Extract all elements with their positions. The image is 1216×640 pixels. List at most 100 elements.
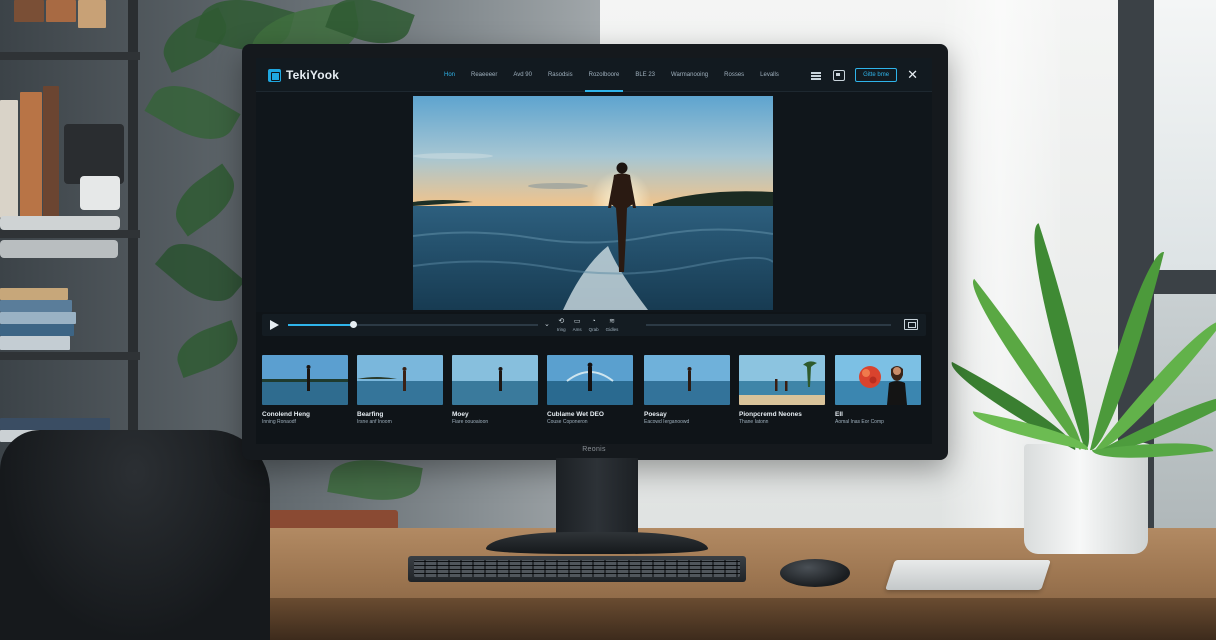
thumbnail-card[interactable]: Moey Fiare oouoaioon [452,355,538,426]
desk-edge [240,598,1216,640]
top-actions: Gitte bme ✕ [809,67,918,83]
plant-pot [248,510,398,530]
nav-item[interactable]: Rozolboore [581,58,628,92]
thumbnail-image [357,355,443,405]
shelf-board [0,52,140,60]
volume-track[interactable] [646,324,891,326]
thumbnail-subtitle: Inning Ronaodf [262,419,296,425]
rewind-icon: ⟲ [558,317,565,325]
nav-item[interactable]: Warmanooing [663,58,716,92]
list-icon[interactable] [809,68,823,82]
nav-item[interactable]: Avd 90 [505,58,540,92]
book-stack [0,216,120,230]
player-option-label: Gidles [605,326,619,332]
thumbnail-card[interactable]: Cublame Wet DEO Couse Coponeron [547,355,633,426]
close-icon[interactable]: ✕ [907,68,918,82]
book [0,336,70,350]
book [0,300,72,312]
book [0,100,18,218]
seek-handle[interactable] [350,321,357,328]
cc-icon: ▭ [573,317,581,325]
video-stage [256,92,932,312]
plant-leaf [154,229,246,316]
thumbnail-image [547,355,633,405]
thumbnail-card[interactable]: EII Aomal Inas Eor Comp [835,355,921,426]
book-stack [0,240,118,258]
thumbnail-title: Cublame Wet DEO [547,411,604,418]
thumbnail-subtitle: Eacowd Ierganoowd [644,419,690,425]
nav-item[interactable]: Levalls [752,58,787,92]
plant-leaf [144,71,241,154]
top-bar: TekiYook Hon Reaeeeer Avd 90 Rasodsis Ro… [256,58,932,92]
thumbnail-title: Bearfing [357,411,384,418]
mouse [780,559,850,587]
fullscreen-icon[interactable] [904,319,918,330]
player-option-label: Ams [572,326,582,332]
book [43,86,59,218]
monitor-stand-base [486,532,708,554]
thumbnail-subtitle: Aomal Inas Eor Comp [835,419,884,425]
thumbnail-title: EII [835,411,843,418]
thumbnail-card[interactable]: Conolend Heng Inning Ronaodf [262,355,348,426]
nav-item[interactable]: Rasodsis [540,58,581,92]
logo-text: TekiYook [286,68,340,82]
player-option-3[interactable]: ◔ Qrab [589,318,599,333]
player-option-4[interactable]: ≋ Gidles [606,318,619,333]
player-options: ⌄ ⟲ Iring ▭ Ams ◔ Qrab ≋ Gidles [544,316,618,334]
book [0,288,68,300]
book [20,92,42,218]
plant-leaf [327,452,423,508]
video-frame [413,96,773,310]
book [0,324,74,336]
nav-item[interactable]: Hon [436,58,463,92]
office-chair [0,430,270,640]
player-option-1[interactable]: ⟲ Iring [557,318,566,333]
window-mullion [1154,270,1216,294]
save-icon[interactable] [833,70,846,81]
player-option-0[interactable]: ⌄ [544,321,550,329]
shelf-board [0,230,140,238]
app-logo[interactable]: TekiYook [268,67,339,83]
thumbnail-card[interactable]: Bearfing Irsne anf Inoom [357,355,443,426]
thumbnail-subtitle: Couse Coponeron [547,419,588,425]
play-icon[interactable] [270,320,279,330]
plant-pot [1024,444,1148,554]
player-option-2[interactable]: ▭ Ams [573,318,582,333]
window-pane [1154,0,1216,270]
thumbnail-image [835,355,921,405]
thumbnail-card[interactable]: Pionpcremd Neones Thane Iatonn [739,355,825,426]
thumbnail-title: Pionpcremd Neones [739,411,802,418]
nav-item[interactable]: Rosses [716,58,752,92]
thumbnail-image [262,355,348,405]
book [46,0,76,22]
shelf-board [0,352,140,360]
plant-leaf [170,320,245,378]
thumbnail-image [644,355,730,405]
keyboard-keys [414,560,740,577]
seek-progress [288,324,353,326]
main-nav: Hon Reaeeeer Avd 90 Rasodsis Rozolboore … [436,58,787,92]
book [78,0,106,28]
nav-item[interactable]: Reaeeeer [463,58,505,92]
thumbnail-image [739,355,825,405]
thumbnail-card[interactable]: Poesay Eacowd Ierganoowd [644,355,730,426]
thumbnail-subtitle: Fiare oouoaioon [452,419,489,425]
thumbnail-title: Conolend Heng [262,411,311,418]
shelf-object [80,176,120,210]
thumbnail-subtitle: Irsne anf Inoom [357,419,392,425]
nav-item[interactable]: BLE 23 [627,58,663,92]
player-option-label: Qrab [588,326,599,332]
trackpad [885,560,1051,590]
player-controls: ⌄ ⟲ Iring ▭ Ams ◔ Qrab ≋ Gidles [262,314,926,336]
thumbnail-subtitle: Thane Iatonn [739,419,769,425]
bookshelf [0,0,150,460]
video-thumbnails: Conolend Heng Inning Ronaodf Bearfing Ir… [262,355,926,435]
thumbnail-title: Poesay [644,411,667,418]
thumbnail-image [452,355,538,405]
monitor-stand [556,458,638,538]
monitor-brand: Reonis [582,446,606,453]
book [14,0,44,22]
video-player[interactable] [413,96,773,310]
primary-action-button[interactable]: Gitte bme [855,68,898,82]
plant-leaf [164,163,246,237]
